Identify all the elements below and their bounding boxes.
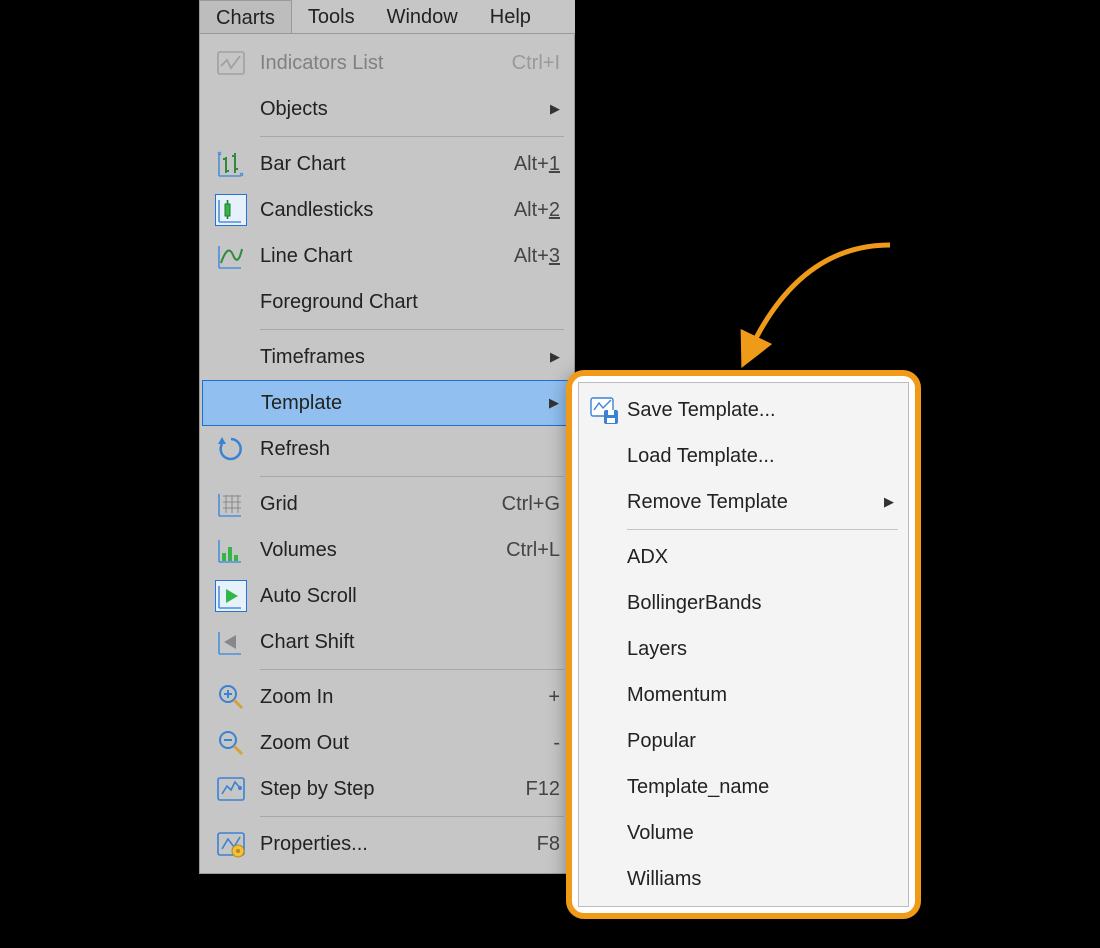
- menubar-item-tools[interactable]: Tools: [292, 0, 371, 33]
- menu-item-label: Zoom In: [260, 686, 480, 709]
- menu-separator: [260, 669, 564, 670]
- menu-item-label: Volumes: [260, 539, 480, 562]
- submenu-item-label: BollingerBands: [627, 592, 894, 615]
- submenu-item-label: Volume: [627, 822, 894, 845]
- menu-item-label: Bar Chart: [260, 153, 480, 176]
- submenu-item-t-adx[interactable]: ADX: [581, 534, 906, 580]
- menu-item-foreground[interactable]: Foreground Chart: [202, 279, 572, 325]
- submenu-item-label: ADX: [627, 546, 894, 569]
- menubar-item-window[interactable]: Window: [371, 0, 474, 33]
- menu-item-shortcut: Alt+3: [480, 245, 560, 268]
- menu-item-shortcut: Alt+1: [480, 153, 560, 176]
- menu-separator: [260, 476, 564, 477]
- menubar-item-help[interactable]: Help: [474, 0, 547, 33]
- menu-item-objects[interactable]: Objects▶: [202, 86, 572, 132]
- submenu-item-label: Save Template...: [627, 399, 894, 422]
- submenu-arrow-icon: ▶: [880, 494, 894, 510]
- submenu-item-label: Load Template...: [627, 445, 894, 468]
- menu-item-timeframes[interactable]: Timeframes▶: [202, 334, 572, 380]
- submenu-item-t-williams[interactable]: Williams: [581, 856, 906, 902]
- menu-item-label: Foreground Chart: [260, 291, 560, 314]
- submenu-item-label: Momentum: [627, 684, 894, 707]
- charts-dropdown: Indicators ListCtrl+IObjects▶Bar ChartAl…: [199, 34, 575, 874]
- menu-item-label: Auto Scroll: [260, 585, 560, 608]
- submenu-item-save-template[interactable]: Save Template...: [581, 387, 906, 433]
- menu-item-label: Refresh: [260, 438, 560, 461]
- submenu-item-t-layers[interactable]: Layers: [581, 626, 906, 672]
- menu-item-shortcut: Ctrl+I: [480, 52, 560, 75]
- indicators-icon: [216, 48, 246, 78]
- menu-item-label: Objects: [260, 98, 546, 121]
- menu-item-label: Line Chart: [260, 245, 480, 268]
- submenu-item-label: Popular: [627, 730, 894, 753]
- menu-separator: [260, 329, 564, 330]
- grid-icon: [216, 489, 246, 519]
- properties-icon: [216, 829, 246, 859]
- submenu-item-label: Template_name: [627, 776, 894, 799]
- menu-item-label: Step by Step: [260, 778, 480, 801]
- save-template-icon: [589, 395, 619, 425]
- submenu-item-label: Remove Template: [627, 491, 880, 514]
- zoom-in-icon: [216, 682, 246, 712]
- submenu-item-label: Layers: [627, 638, 894, 661]
- submenu-arrow-icon: ▶: [546, 101, 560, 117]
- menu-item-label: Candlesticks: [260, 199, 480, 222]
- submenu-arrow-icon: ▶: [546, 349, 560, 365]
- menu-item-shortcut: Ctrl+G: [480, 493, 560, 516]
- submenu-item-t-popular[interactable]: Popular: [581, 718, 906, 764]
- submenu-item-label: Williams: [627, 868, 894, 891]
- menu-item-step-by-step[interactable]: Step by StepF12: [202, 766, 572, 812]
- menubar-item-charts[interactable]: Charts: [199, 0, 292, 33]
- menu-separator: [260, 136, 564, 137]
- candlestick-icon: [216, 195, 246, 225]
- refresh-icon: [216, 434, 246, 464]
- menu-item-template[interactable]: Template▶: [202, 380, 572, 426]
- menu-item-shortcut: F12: [480, 778, 560, 801]
- auto-scroll-icon: [216, 581, 246, 611]
- menu-item-label: Template: [261, 392, 545, 415]
- menu-item-shortcut: F8: [480, 833, 560, 856]
- menu-item-refresh[interactable]: Refresh: [202, 426, 572, 472]
- menu-item-label: Chart Shift: [260, 631, 560, 654]
- template-submenu-highlight: Save Template... Load Template... Remove T…: [566, 370, 921, 919]
- submenu-item-t-name[interactable]: Template_name: [581, 764, 906, 810]
- template-submenu: Save Template... Load Template... Remove T…: [578, 382, 909, 907]
- step-icon: [216, 774, 246, 804]
- menu-item-zoom-in[interactable]: Zoom In+: [202, 674, 572, 720]
- menu-item-shortcut: +: [480, 686, 560, 709]
- menu-item-label: Properties...: [260, 833, 480, 856]
- submenu-item-t-volume[interactable]: Volume: [581, 810, 906, 856]
- menubar: Charts Tools Window Help: [199, 0, 575, 34]
- menu-item-chart-shift[interactable]: Chart Shift: [202, 619, 572, 665]
- volumes-icon: [216, 535, 246, 565]
- menu-item-candlesticks[interactable]: CandlesticksAlt+2: [202, 187, 572, 233]
- callout-arrow-icon: [730, 235, 900, 375]
- menu-item-shortcut: Ctrl+L: [480, 539, 560, 562]
- menu-item-shortcut: Alt+2: [480, 199, 560, 222]
- submenu-item-t-momentum[interactable]: Momentum: [581, 672, 906, 718]
- submenu-item-remove-template[interactable]: Remove Template▶: [581, 479, 906, 525]
- zoom-out-icon: [216, 728, 246, 758]
- bar-chart-icon: [216, 149, 246, 179]
- menu-separator: [627, 529, 898, 530]
- menu-item-properties[interactable]: Properties...F8: [202, 821, 572, 867]
- submenu-item-load-template[interactable]: Load Template...: [581, 433, 906, 479]
- submenu-item-t-bb[interactable]: BollingerBands: [581, 580, 906, 626]
- menu-item-label: Zoom Out: [260, 732, 480, 755]
- line-chart-icon: [216, 241, 246, 271]
- menu-item-grid[interactable]: GridCtrl+G: [202, 481, 572, 527]
- menu-item-indicators: Indicators ListCtrl+I: [202, 40, 572, 86]
- menu-item-volumes[interactable]: VolumesCtrl+L: [202, 527, 572, 573]
- menu-item-shortcut: -: [480, 732, 560, 755]
- menu-item-bar-chart[interactable]: Bar ChartAlt+1: [202, 141, 572, 187]
- menu-item-zoom-out[interactable]: Zoom Out-: [202, 720, 572, 766]
- menu-item-auto-scroll[interactable]: Auto Scroll: [202, 573, 572, 619]
- submenu-arrow-icon: ▶: [545, 395, 559, 411]
- menu-separator: [260, 816, 564, 817]
- menu-item-label: Grid: [260, 493, 480, 516]
- menu-item-line-chart[interactable]: Line ChartAlt+3: [202, 233, 572, 279]
- menu-item-label: Indicators List: [260, 52, 480, 75]
- menu-item-label: Timeframes: [260, 346, 546, 369]
- chart-shift-icon: [216, 627, 246, 657]
